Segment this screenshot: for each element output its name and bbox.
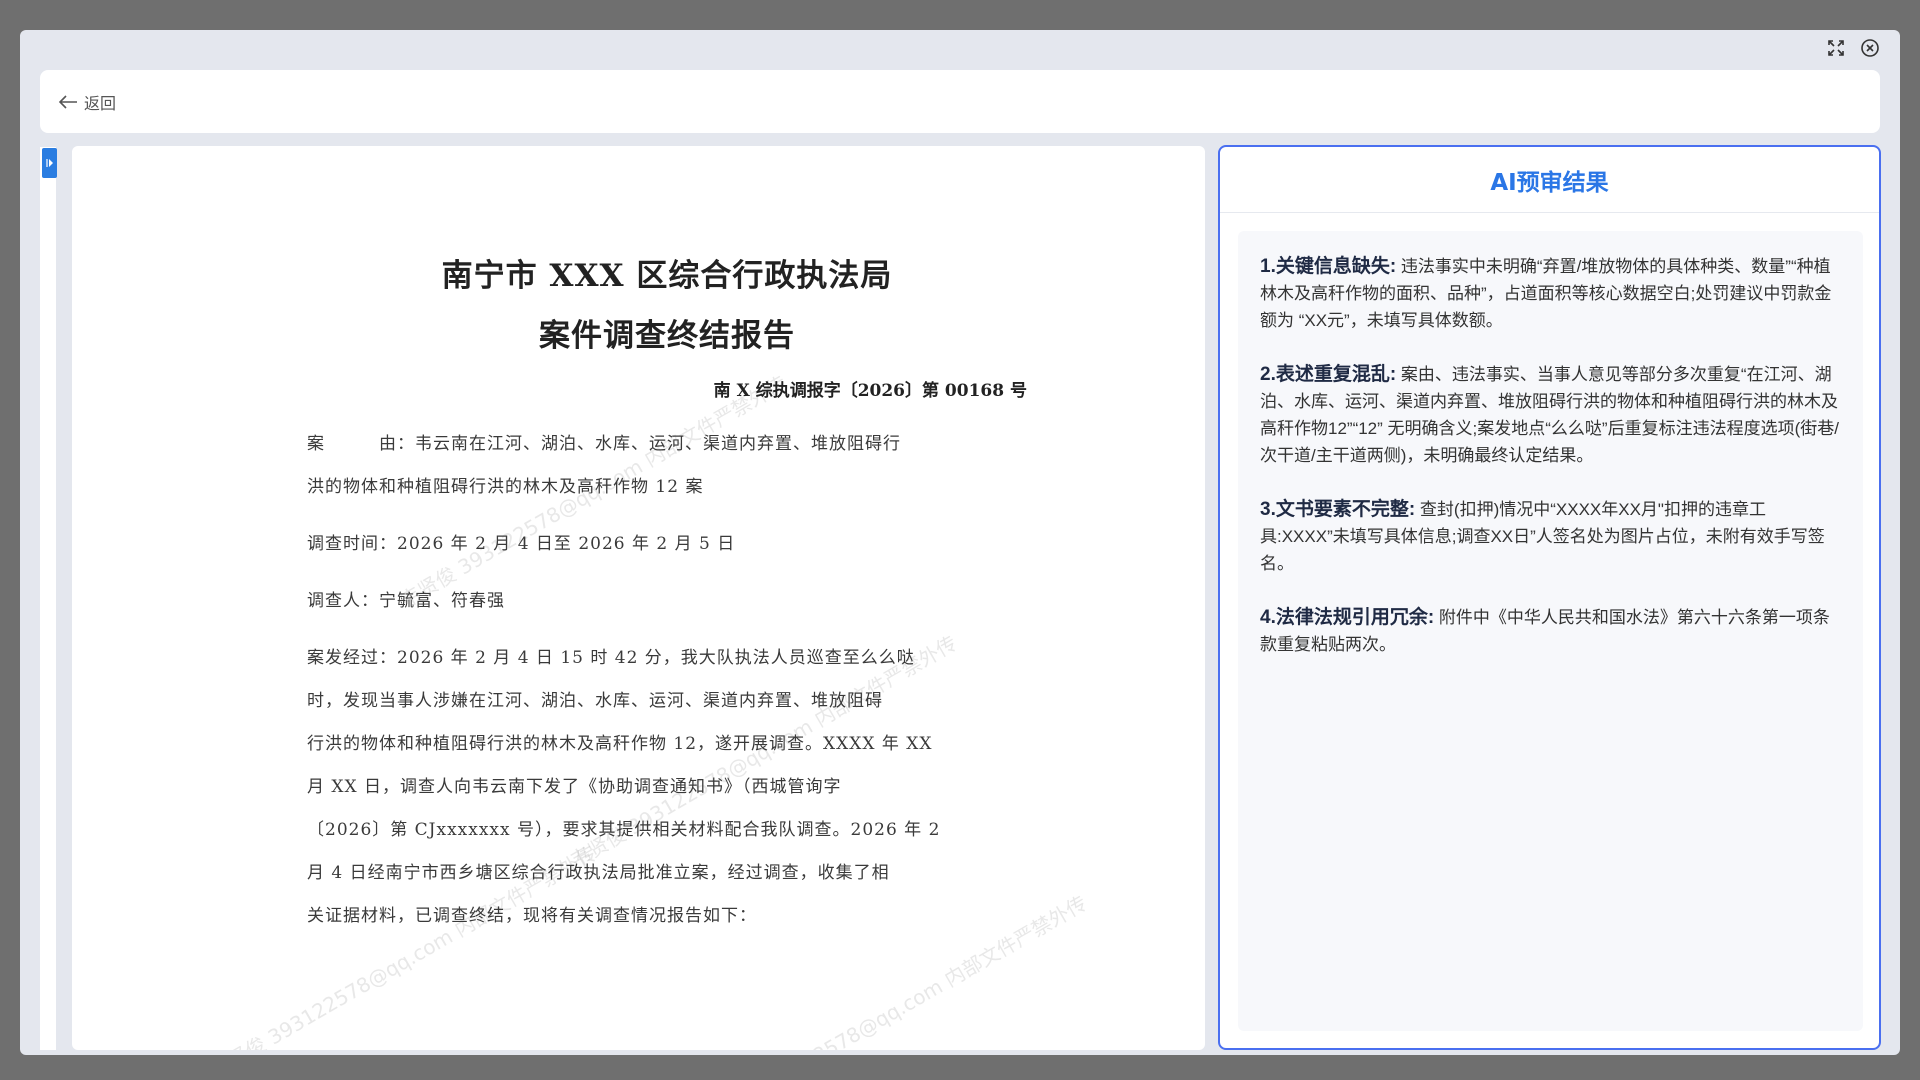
arrow-left-icon: [58, 94, 77, 109]
issue-heading: 4.法律法规引用冗余:: [1260, 607, 1435, 628]
document-number: 南 X 综执调报字〔2026〕第 00168 号: [713, 381, 1027, 401]
ai-issue-item: 3.文书要素不完整: 查封(扣押)情况中“XXXX年XX月"扣押的违章工具:XX…: [1260, 496, 1841, 577]
document-title: 南宁市 XXX 区综合行政执法局: [441, 258, 893, 294]
side-rail: [40, 147, 56, 1050]
ai-result-list: 1.关键信息缺失: 违法事实中未明确“弃置/堆放物体的具体种类、数量”“种植林木…: [1238, 231, 1863, 1031]
doc-paragraph: 案 由：韦云南在江河、湖泊、水库、运河、渠道内弃置、堆放阻碍行: [307, 434, 901, 454]
doc-paragraph: 月 XX 日，调查人向韦云南下发了《协助调查通知书》（西城管询字: [307, 777, 842, 797]
ai-issue-item: 4.法律法规引用冗余: 附件中《中华人民共和国水法》第六十六条第一项条款重复粘贴…: [1260, 604, 1841, 658]
back-label: 返回: [84, 93, 117, 113]
top-bar: 返回: [40, 70, 1880, 133]
close-icon[interactable]: [1860, 38, 1880, 58]
modal-window: 返回 韦贤俊 393122578@qq.com 内部文件严禁外传 韦贤俊 393…: [20, 30, 1900, 1055]
doc-paragraph: 行洪的物体和种植阻碍行洪的林木及高秆作物 12，遂开展调查。XXXX 年 XX: [307, 734, 933, 754]
ai-panel-title: AI预审结果: [1220, 147, 1879, 213]
sidebar-toggle[interactable]: [42, 148, 57, 178]
doc-paragraph: 调查人：宁毓富、符春强: [307, 591, 505, 611]
doc-paragraph: 调查时间：2026 年 2 月 4 日至 2026 年 2 月 5 日: [307, 534, 736, 554]
doc-paragraph: 案发经过：2026 年 2 月 4 日 15 时 42 分，我大队执法人员巡查至…: [307, 648, 915, 668]
issue-heading: 3.文书要素不完整:: [1260, 499, 1416, 520]
document-viewer[interactable]: 韦贤俊 393122578@qq.com 内部文件严禁外传 韦贤俊 393122…: [72, 146, 1205, 1050]
ai-review-panel: AI预审结果 1.关键信息缺失: 违法事实中未明确“弃置/堆放物体的具体种类、数…: [1218, 145, 1881, 1050]
doc-paragraph: 洪的物体和种植阻碍行洪的林木及高秆作物 12 案: [307, 477, 704, 497]
doc-paragraph: 〔2026〕第 CJxxxxxxx 号），要求其提供相关材料配合我队调查。202…: [307, 820, 941, 840]
fullscreen-icon[interactable]: [1826, 38, 1846, 58]
document-page: 南宁市 XXX 区综合行政执法局 案件调查终结报告 南 X 综执调报字〔2026…: [307, 246, 1027, 938]
doc-paragraph: 月 4 日经南宁市西乡塘区综合行政执法局批准立案，经过调查，收集了相: [307, 863, 890, 883]
window-controls: [1826, 38, 1880, 58]
doc-paragraph: 关证据材料，已调查终结，现将有关调查情况报告如下：: [307, 906, 757, 926]
issue-heading: 1.关键信息缺失:: [1260, 256, 1397, 277]
expand-icon: [45, 159, 53, 167]
document-subtitle: 案件调查终结报告: [539, 318, 795, 354]
ai-issue-item: 1.关键信息缺失: 违法事实中未明确“弃置/堆放物体的具体种类、数量”“种植林木…: [1260, 253, 1841, 334]
issue-heading: 2.表述重复混乱:: [1260, 364, 1397, 385]
ai-issue-item: 2.表述重复混乱: 案由、违法事实、当事人意见等部分多次重复“在江河、湖泊、水库…: [1260, 361, 1841, 469]
doc-paragraph: 时，发现当事人涉嫌在江河、湖泊、水库、运河、渠道内弃置、堆放阻碍: [307, 691, 883, 711]
back-button[interactable]: 返回: [58, 90, 116, 114]
